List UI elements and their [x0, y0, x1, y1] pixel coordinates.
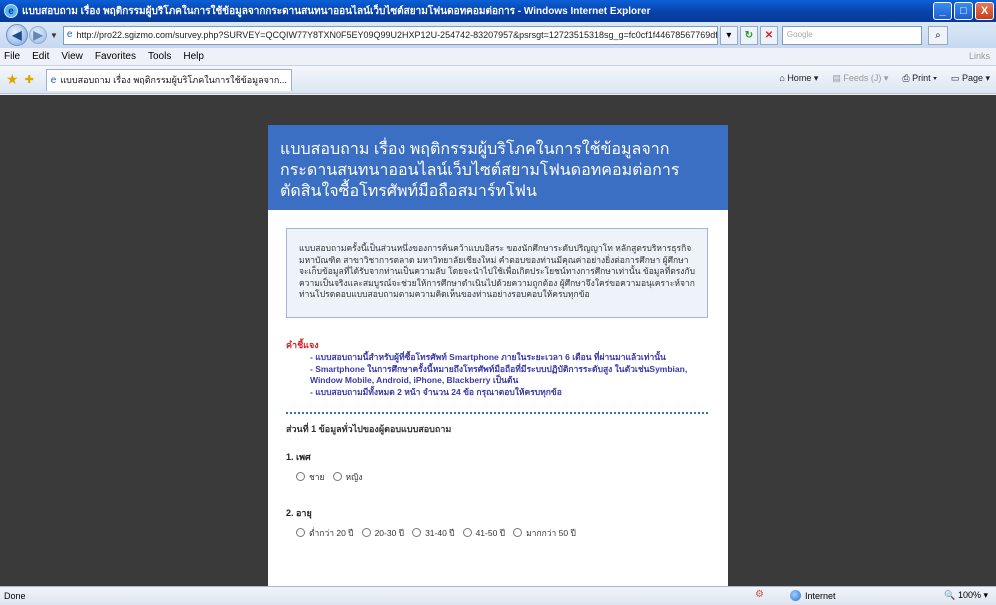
menu-help[interactable]: Help	[183, 51, 204, 62]
security-zone[interactable]: Internet	[790, 590, 836, 601]
question-age: 2. อายุ ต่ำกว่า 20 ปี 20-30 ปี 31-40 ปี …	[286, 506, 710, 540]
menu-bar: File Edit View Favorites Tools Help Link…	[0, 48, 996, 66]
url-dropdown-icon[interactable]: ▾	[719, 25, 738, 45]
window-controls: _ □ X	[933, 2, 994, 20]
option-age-3[interactable]: 31-40 ปี	[412, 526, 455, 540]
instructions-heading: คำชี้แจง	[286, 339, 319, 350]
tab-page-icon: e	[50, 74, 57, 86]
zoom-control[interactable]: 🔍 100% ▾	[944, 590, 988, 601]
radio-button[interactable]	[361, 528, 371, 537]
instruction-item: Smartphone ในการศึกษาครั้งนี้หมายถึงโทรศ…	[310, 364, 708, 386]
title-bar: e แบบสอบถาม เรื่อง พฤติกรรมผู้บริโภคในกา…	[0, 0, 996, 22]
ie-logo-icon: e	[4, 4, 18, 18]
links-label[interactable]: Links	[969, 51, 990, 61]
option-label: มากกว่า 50 ปี	[526, 527, 576, 538]
minimize-button[interactable]: _	[933, 2, 952, 20]
feeds-label: Feeds (J)	[843, 73, 882, 83]
add-favorites-icon[interactable]: ✚	[25, 73, 34, 86]
question-gender: 1. เพศ ชาย หญิง	[286, 450, 710, 484]
option-age-4[interactable]: 41-50 ปี	[462, 526, 506, 540]
home-button[interactable]: ⌂ Home ▾	[779, 73, 818, 84]
option-age-2[interactable]: 20-30 ปี	[361, 526, 405, 540]
home-label: Home	[787, 73, 812, 83]
menu-favorites[interactable]: Favorites	[95, 51, 136, 62]
option-male[interactable]: ชาย	[296, 470, 325, 484]
tab-bar: ★ ✚ e แบบสอบถาม เรื่อง พฤติกรรมผู้บริโภค…	[0, 66, 996, 94]
url-text: http://pro22.sgizmo.com/survey.php?SURVE…	[76, 30, 718, 40]
back-button[interactable]: ◀	[6, 24, 28, 46]
option-label: 31-40 ปี	[425, 527, 455, 538]
tab-active[interactable]: e แบบสอบถาม เรื่อง พฤติกรรมผู้บริโภคในกา…	[45, 68, 292, 91]
radio-button[interactable]	[412, 528, 422, 537]
url-buttons: ▾ ↻ ✕	[719, 25, 778, 45]
survey-card: แบบสอบถาม เรื่อง พฤติกรรมผู้บริโภคในการใ…	[268, 125, 728, 586]
menu-edit[interactable]: Edit	[32, 51, 49, 62]
address-bar: ◀ ▶ ▼ e http://pro22.sgizmo.com/survey.p…	[0, 22, 996, 48]
menu-view[interactable]: View	[61, 51, 83, 62]
security-icon: ⚙	[755, 589, 764, 600]
page-label: Page	[961, 73, 983, 83]
forward-button[interactable]: ▶	[29, 26, 47, 44]
page-button[interactable]: ▭ Page ▾	[951, 73, 990, 84]
question-title: 1. เพศ	[286, 451, 311, 462]
status-bar: Done ⚙ Internet 🔍 100% ▾	[0, 586, 996, 605]
globe-icon	[790, 590, 801, 601]
section-title: ส่วนที่ 1 ข้อมูลทั่วไปของผู้ตอบแบบสอบถาม	[286, 423, 452, 434]
survey-intro: แบบสอบถามครั้งนี้เป็นส่วนหนึ่งของการค้นค…	[286, 228, 708, 318]
instruction-item: แบบสอบถามมีทั้งหมด 2 หน้า จำนวน 24 ข้อ ก…	[310, 387, 708, 398]
option-age-1[interactable]: ต่ำกว่า 20 ปี	[296, 526, 354, 540]
feeds-button[interactable]: ▤ Feeds (J) ▾	[832, 73, 888, 84]
page-icon: e	[66, 29, 73, 40]
zone-label: Internet	[805, 590, 836, 601]
maximize-button[interactable]: □	[954, 2, 973, 20]
zoom-label: 100%	[957, 590, 981, 600]
options-gender: ชาย หญิง	[296, 470, 710, 484]
print-label: Print	[912, 73, 931, 83]
option-label: ต่ำกว่า 20 ปี	[309, 527, 354, 538]
history-dropdown-icon[interactable]: ▼	[50, 31, 58, 40]
option-female[interactable]: หญิง	[332, 470, 363, 484]
radio-button[interactable]	[296, 528, 305, 537]
search-button[interactable]: ⌕	[927, 25, 948, 45]
page-content: แบบสอบถาม เรื่อง พฤติกรรมผู้บริโภคในการใ…	[0, 95, 996, 586]
option-label: หญิง	[345, 471, 363, 482]
url-input[interactable]: e http://pro22.sgizmo.com/survey.php?SUR…	[62, 25, 718, 45]
window-title: แบบสอบถาม เรื่อง พฤติกรรมผู้บริโภคในการใ…	[22, 5, 651, 17]
options-age: ต่ำกว่า 20 ปี 20-30 ปี 31-40 ปี 41-50 ปี…	[296, 526, 710, 540]
option-label: 41-50 ปี	[475, 527, 506, 538]
option-label: 20-30 ปี	[374, 527, 405, 538]
survey-title: แบบสอบถาม เรื่อง พฤติกรรมผู้บริโภคในการใ…	[268, 125, 728, 210]
menu-tools[interactable]: Tools	[148, 51, 171, 62]
tab-label: แบบสอบถาม เรื่อง พฤติกรรมผู้บริโภคในการใ…	[60, 75, 287, 85]
radio-button[interactable]	[332, 472, 342, 481]
radio-button[interactable]	[513, 528, 523, 537]
print-button[interactable]: ⎙ Print ▾	[902, 73, 937, 84]
stop-button[interactable]: ✕	[759, 25, 778, 45]
favorites-star-icon[interactable]: ★	[6, 71, 19, 88]
section-divider	[286, 411, 708, 414]
command-bar: ⌂ Home ▾ ▤ Feeds (J) ▾ ⎙ Print ▾ ▭ Page …	[779, 73, 990, 84]
close-button[interactable]: X	[975, 2, 994, 20]
menu-file[interactable]: File	[4, 51, 20, 62]
search-input[interactable]: Google	[781, 25, 922, 45]
option-age-5[interactable]: มากกว่า 50 ปี	[513, 526, 576, 540]
status-text: Done	[4, 591, 26, 601]
option-label: ชาย	[309, 471, 325, 482]
radio-button[interactable]	[462, 528, 472, 537]
section-header: ส่วนที่ 1 ข้อมูลทั่วไปของผู้ตอบแบบสอบถาม	[286, 422, 710, 436]
instruction-item: แบบสอบถามนี้สำหรับผู้ที่ซื้อโทรศัพท์ Sma…	[310, 352, 708, 363]
radio-button[interactable]	[296, 472, 305, 481]
question-title: 2. อายุ	[286, 507, 312, 518]
refresh-button[interactable]: ↻	[739, 25, 758, 45]
instructions: คำชี้แจง แบบสอบถามนี้สำหรับผู้ที่ซื้อโทร…	[286, 340, 708, 398]
instructions-list: แบบสอบถามนี้สำหรับผู้ที่ซื้อโทรศัพท์ Sma…	[310, 352, 708, 398]
